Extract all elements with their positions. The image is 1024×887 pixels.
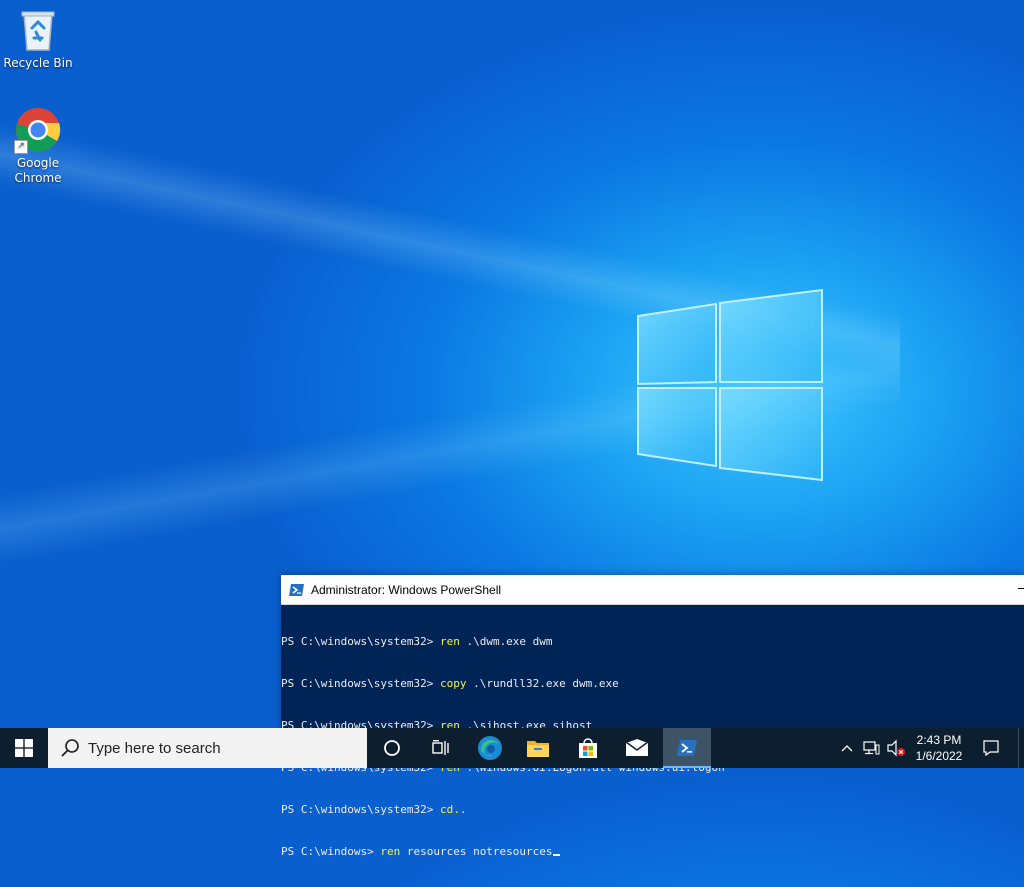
taskbar-microsoft-store[interactable] [564, 728, 612, 768]
chrome-icon: ↗ [14, 106, 62, 154]
action-center-button[interactable] [978, 728, 1004, 768]
text-cursor [552, 854, 560, 856]
taskbar: Type here to search 2:43 PM 1/6/2022 [0, 728, 1024, 768]
search-placeholder: Type here to search [88, 739, 221, 757]
console-line: PS C:\windows\system32> copy .\rundll32.… [281, 677, 619, 690]
network-icon [863, 741, 880, 755]
search-box[interactable]: Type here to search [48, 728, 367, 768]
cortana-icon [384, 740, 400, 756]
mail-icon [625, 739, 649, 756]
desktop-icon-label: Google Chrome [14, 156, 62, 185]
console-line: PS C:\windows\system32> cd.. [281, 803, 467, 816]
clock-date: 1/6/2022 [915, 749, 963, 763]
network-button[interactable] [860, 728, 882, 768]
powershell-icon [677, 740, 697, 756]
cortana-button[interactable] [368, 728, 416, 768]
store-icon [579, 738, 597, 758]
window-title-bar[interactable]: Administrator: Windows PowerShell [281, 575, 1024, 605]
shortcut-arrow-icon: ↗ [14, 140, 28, 154]
folder-icon [527, 741, 549, 757]
clock-time: 2:43 PM [916, 733, 962, 747]
task-view-icon [432, 740, 449, 755]
search-icon [61, 739, 79, 757]
console-line: PS C:\windows\system32> ren .\dwm.exe dw… [281, 635, 553, 648]
desktop-icon-recycle-bin[interactable]: Recycle Bin [0, 6, 76, 71]
window-title: Administrator: Windows PowerShell [311, 582, 502, 597]
minimize-button[interactable] [1018, 588, 1024, 589]
console-input-line[interactable]: PS C:\windows> ren resources notresource… [281, 845, 1024, 859]
task-view-button[interactable] [416, 728, 464, 768]
speaker-muted-icon [887, 739, 905, 757]
taskbar-edge[interactable] [466, 728, 514, 768]
show-desktop-button[interactable] [1018, 728, 1024, 768]
powershell-window[interactable]: Administrator: Windows PowerShell PS C:\… [281, 575, 1024, 858]
taskbar-file-explorer[interactable] [514, 728, 562, 768]
chevron-up-icon [841, 745, 853, 752]
taskbar-mail[interactable] [613, 728, 661, 768]
windows-wallpaper-logo [636, 288, 824, 482]
desktop-icon-google-chrome[interactable]: ↗ Google Chrome [0, 106, 76, 186]
edge-icon [478, 736, 502, 760]
notification-icon [983, 740, 999, 757]
start-button[interactable] [0, 728, 48, 768]
taskbar-powershell[interactable] [663, 728, 711, 768]
show-hidden-icons-button[interactable] [838, 728, 856, 768]
powershell-icon [289, 583, 304, 596]
desktop-icon-label: Recycle Bin [3, 56, 73, 70]
windows-start-icon [15, 739, 33, 757]
clock[interactable]: 2:43 PM 1/6/2022 [908, 728, 970, 768]
recycle-bin-icon [14, 6, 62, 54]
volume-button[interactable] [884, 728, 908, 768]
